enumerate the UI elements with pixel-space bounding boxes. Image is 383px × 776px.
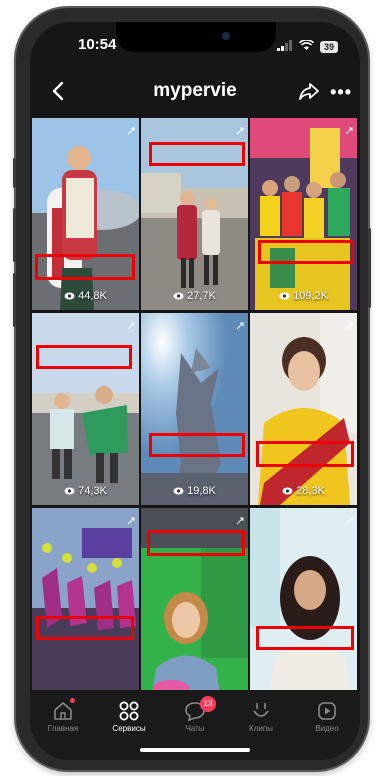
power-button bbox=[368, 228, 371, 308]
video-icon bbox=[294, 698, 360, 724]
video-tile[interactable]: 28,3K bbox=[250, 313, 357, 505]
redaction-box bbox=[36, 345, 132, 369]
chat-badge: 13 bbox=[200, 696, 216, 712]
video-thumbnail bbox=[141, 313, 248, 505]
video-tile[interactable]: 19,8K bbox=[141, 313, 248, 505]
tab-home[interactable]: Главная bbox=[30, 698, 96, 733]
video-tile[interactable] bbox=[141, 508, 248, 700]
tab-label: Чаты bbox=[185, 724, 205, 733]
video-thumbnail bbox=[250, 508, 357, 700]
phone-screen: 10:54 39 mypervie ••• 44,8K 27,7K 109,2K… bbox=[30, 22, 360, 760]
redaction-box bbox=[258, 240, 354, 264]
tab-clips[interactable]: Клипы bbox=[228, 698, 294, 733]
view-count: 109,2K bbox=[250, 290, 357, 302]
view-count: 19,8K bbox=[141, 485, 248, 497]
redaction-box bbox=[35, 254, 135, 280]
home-indicator bbox=[140, 748, 250, 752]
video-thumbnail bbox=[32, 508, 139, 700]
redaction-box bbox=[36, 616, 134, 640]
redaction-box bbox=[256, 441, 354, 467]
video-grid: 44,8K 27,7K 109,2K 74,3K 19,8K 28,3K bbox=[30, 118, 360, 700]
video-thumbnail bbox=[250, 118, 357, 310]
video-thumbnail bbox=[250, 313, 357, 505]
clips-icon bbox=[228, 698, 294, 724]
volume-down-button bbox=[13, 273, 16, 327]
view-count: 44,8K bbox=[32, 290, 139, 302]
redaction-box bbox=[147, 530, 245, 556]
view-count: 74,3K bbox=[32, 485, 139, 497]
signal-icon bbox=[276, 38, 293, 56]
pin-icon bbox=[345, 122, 353, 140]
view-count: 28,3K bbox=[250, 485, 357, 497]
services-icon bbox=[96, 698, 162, 724]
eye-icon bbox=[173, 292, 184, 300]
view-count: 27,7K bbox=[141, 290, 248, 302]
redaction-box bbox=[149, 433, 245, 457]
video-thumbnail bbox=[32, 313, 139, 505]
tab-services[interactable]: Сервисы bbox=[96, 698, 162, 733]
pin-icon bbox=[236, 512, 244, 530]
video-tile[interactable]: 27,7K bbox=[141, 118, 248, 310]
tab-label: Сервисы bbox=[112, 724, 146, 733]
tab-label: Видео bbox=[315, 724, 339, 733]
video-tile[interactable]: 109,2K bbox=[250, 118, 357, 310]
video-tile[interactable]: 74,3K bbox=[32, 313, 139, 505]
bottom-tab-bar: Главная Сервисы 13 Чаты Клипы Видео bbox=[30, 690, 360, 760]
tab-label: Главная bbox=[47, 724, 79, 733]
eye-icon bbox=[64, 487, 75, 495]
video-tile[interactable] bbox=[32, 508, 139, 700]
mute-switch bbox=[13, 158, 16, 188]
tab-label: Клипы bbox=[249, 724, 273, 733]
more-options-button[interactable]: ••• bbox=[330, 82, 352, 103]
pin-icon bbox=[127, 317, 135, 335]
redaction-box bbox=[256, 626, 354, 650]
eye-icon bbox=[282, 487, 293, 495]
share-arrow-icon bbox=[299, 83, 319, 100]
eye-icon bbox=[279, 292, 290, 300]
battery-indicator: 39 bbox=[319, 41, 338, 53]
pin-icon bbox=[345, 317, 353, 335]
status-time: 10:54 bbox=[78, 36, 117, 53]
pin-icon bbox=[127, 512, 135, 530]
header: mypervie ••• bbox=[30, 74, 360, 114]
pin-icon bbox=[236, 317, 244, 335]
notch bbox=[116, 22, 276, 52]
eye-icon bbox=[173, 487, 184, 495]
tab-video[interactable]: Видео bbox=[294, 698, 360, 733]
video-tile[interactable] bbox=[250, 508, 357, 700]
video-thumbnail bbox=[32, 118, 139, 310]
redaction-box bbox=[149, 142, 245, 166]
eye-icon bbox=[64, 292, 75, 300]
pin-icon bbox=[345, 512, 353, 530]
pin-icon bbox=[236, 122, 244, 140]
home-icon bbox=[30, 698, 96, 724]
pin-icon bbox=[127, 122, 135, 140]
share-button[interactable] bbox=[296, 78, 322, 104]
notification-dot bbox=[70, 698, 75, 703]
chat-icon bbox=[162, 698, 228, 724]
volume-up-button bbox=[13, 208, 16, 262]
video-tile[interactable]: 44,8K bbox=[32, 118, 139, 310]
tab-chats[interactable]: 13 Чаты bbox=[162, 696, 228, 733]
wifi-icon bbox=[298, 38, 315, 56]
